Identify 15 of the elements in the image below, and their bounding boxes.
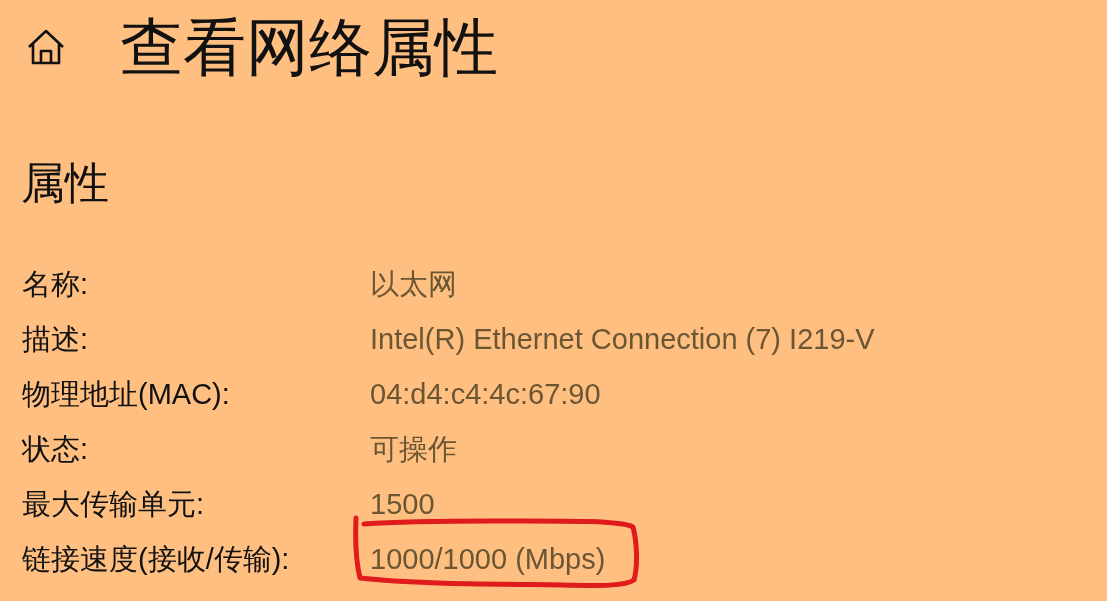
property-label: 名称:	[22, 266, 90, 302]
property-value: 1000/1000 (Mbps)	[370, 541, 606, 577]
property-value: Intel(R) Ethernet Connection (7) I219-V	[370, 321, 875, 357]
property-value: 04:d4:c4:4c:67:90	[370, 376, 601, 412]
property-label: 状态:	[22, 431, 90, 467]
property-label: 链接速度(接收/传输):	[22, 541, 291, 577]
property-value: 以太网	[370, 266, 457, 302]
section-title: 属性	[21, 157, 109, 209]
property-label: 最大传输单元:	[22, 486, 206, 522]
property-value: 1500	[370, 486, 435, 522]
property-label: 描述:	[22, 321, 90, 357]
property-label: 物理地址(MAC):	[22, 376, 231, 412]
page-title: 查看网络属性	[120, 11, 498, 83]
property-value: 可操作	[370, 431, 457, 467]
home-icon[interactable]	[27, 29, 65, 65]
